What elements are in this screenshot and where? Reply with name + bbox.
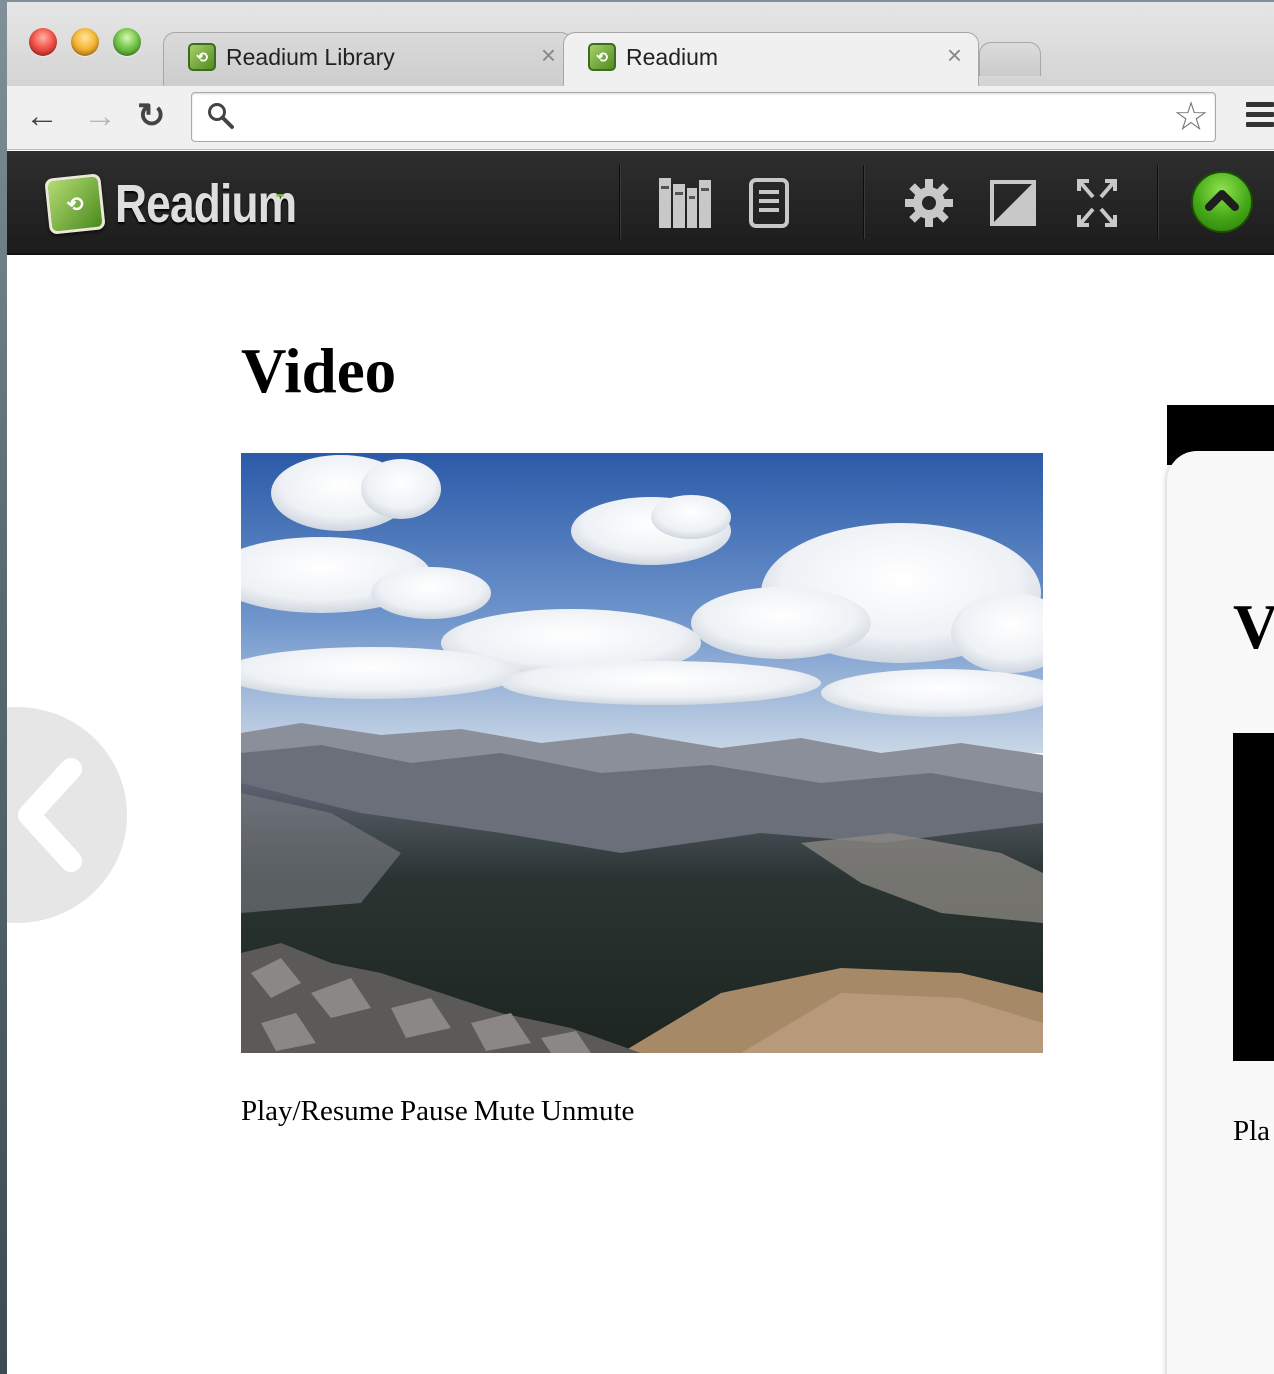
pause-link[interactable]: Pause <box>400 1095 468 1127</box>
mute-link[interactable]: Mute <box>474 1095 535 1127</box>
browser-menu-icon[interactable] <box>1246 102 1274 132</box>
readium-logo[interactable]: ⟲ Readium <box>44 173 336 235</box>
tab-title: Readium <box>626 44 719 70</box>
bookmark-star-icon[interactable]: ☆ <box>1173 97 1209 137</box>
play-resume-link[interactable]: Play/Resume <box>241 1095 394 1127</box>
page-heading-wrap: Video <box>241 335 396 407</box>
next-page-video <box>1233 733 1274 1061</box>
video-controls: Play/Resume Pause Mute Unmute <box>241 1095 640 1128</box>
forward-arrow-icon[interactable]: → <box>83 98 117 134</box>
next-page-preview[interactable]: V Pla <box>1167 451 1274 1374</box>
browser-window: ⟲ Readium Library × ⟲ Readium × ← → ↻ ☆ … <box>7 2 1274 1374</box>
search-icon <box>208 103 234 129</box>
readium-app-bar: ⟲ Readium - <box>7 151 1274 255</box>
up-arrow-icon[interactable] <box>1191 171 1253 233</box>
readium-favicon-icon: ⟲ <box>588 43 616 71</box>
brand-dropdown-caret[interactable]: - <box>275 177 285 211</box>
chevron-left-icon <box>18 758 82 872</box>
video-poster-image <box>241 453 1043 1053</box>
new-tab-button[interactable] <box>979 42 1041 76</box>
unmute-link[interactable]: Unmute <box>541 1095 634 1127</box>
brand-name: Readium <box>115 174 297 234</box>
tab-title: Readium Library <box>226 44 395 70</box>
address-bar[interactable]: ☆ <box>191 92 1216 142</box>
toc-icon[interactable] <box>741 175 797 231</box>
next-page-text: Pla <box>1233 1115 1271 1147</box>
window-close-button[interactable] <box>29 28 57 56</box>
readium-logo-icon: ⟲ <box>44 173 106 235</box>
tab-readium[interactable]: ⟲ Readium × <box>563 32 979 86</box>
tab-close-icon[interactable]: × <box>541 41 556 69</box>
window-zoom-button[interactable] <box>113 28 141 56</box>
tab-readium-library[interactable]: ⟲ Readium Library × <box>163 32 573 86</box>
reload-icon[interactable]: ↻ <box>137 98 166 134</box>
reader-content: Video Play/Resume Pause Mute Unmute V Pl… <box>7 257 1274 1374</box>
tab-close-icon[interactable]: × <box>947 41 962 69</box>
window-minimize-button[interactable] <box>71 28 99 56</box>
next-page-title: V <box>1233 592 1274 662</box>
toolbar-divider <box>863 165 865 239</box>
toolbar-divider <box>1157 165 1159 239</box>
page-title: Video <box>241 336 397 406</box>
video-player[interactable] <box>241 453 1043 1053</box>
address-input[interactable] <box>250 101 1150 133</box>
tab-strip: ⟲ Readium Library × ⟲ Readium × <box>7 2 1274 86</box>
fullscreen-icon[interactable] <box>1069 175 1125 231</box>
readium-favicon-icon: ⟲ <box>188 43 216 71</box>
previous-page-button[interactable] <box>7 707 127 923</box>
contrast-icon[interactable] <box>985 175 1041 231</box>
settings-icon[interactable] <box>901 175 957 231</box>
toolbar-divider <box>619 165 621 239</box>
back-arrow-icon[interactable]: ← <box>25 98 59 134</box>
library-icon[interactable] <box>657 175 713 231</box>
browser-toolbar: ← → ↻ ☆ <box>7 86 1274 150</box>
